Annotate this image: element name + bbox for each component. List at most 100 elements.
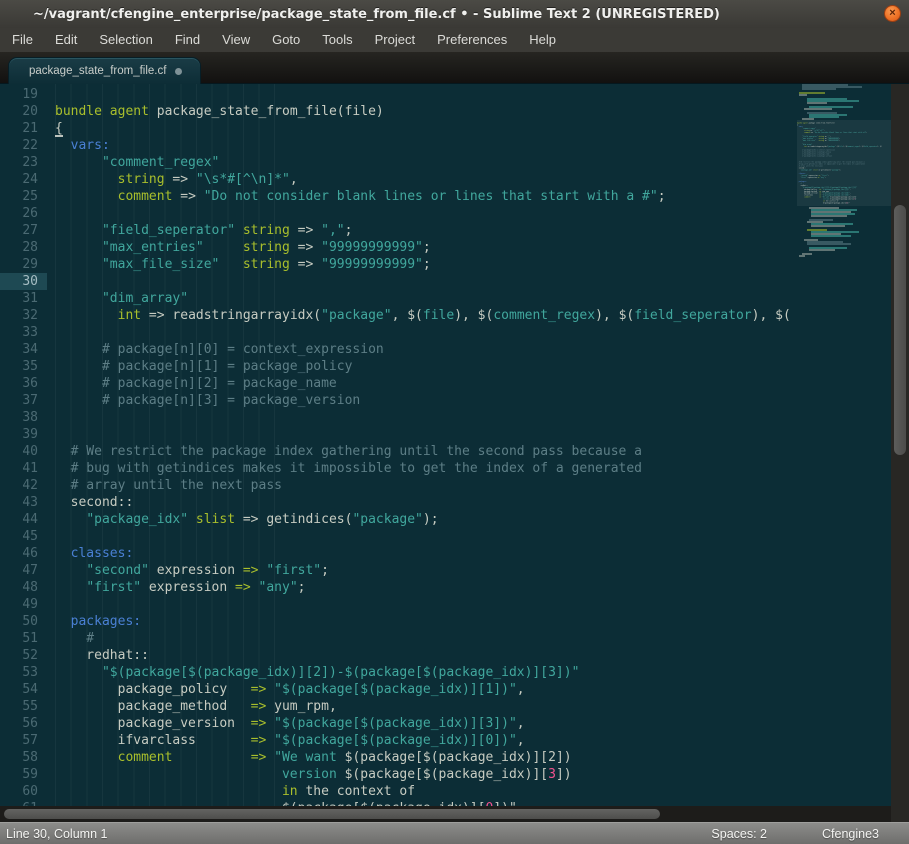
cursor-position: Line 30, Column 1 — [6, 827, 107, 841]
close-icon: × — [889, 8, 895, 19]
code-line: # bug with getindices makes it impossibl… — [55, 460, 797, 477]
line-number[interactable]: 49 — [0, 596, 47, 613]
tab-bar: package_state_from_file.cf — [0, 52, 909, 84]
menu-item-file[interactable]: File — [1, 28, 44, 52]
code-line: # package[n][3] = package_version — [55, 392, 797, 409]
code-line: ifvarclass => "$(package[$(package_idx)]… — [55, 732, 797, 749]
line-number[interactable]: 32 — [0, 307, 47, 324]
line-number[interactable]: 25 — [0, 188, 47, 205]
line-number[interactable]: 42 — [0, 477, 47, 494]
code-area[interactable]: bundle agent package_state_from_file(fil… — [55, 86, 797, 817]
modified-dot-icon — [175, 68, 182, 75]
line-number[interactable]: 43 — [0, 494, 47, 511]
code-line: # array until the next pass — [55, 477, 797, 494]
code-line — [55, 409, 797, 426]
minimap-above-content — [797, 84, 891, 120]
syntax-mode[interactable]: Cfengine3 — [822, 827, 879, 841]
status-bar: Line 30, Column 1 Spaces: 2 Cfengine3 — [0, 822, 909, 844]
code-line: classes: — [55, 545, 797, 562]
line-number[interactable]: 59 — [0, 766, 47, 783]
code-line: "$(package[$(package_idx)][2])-$(package… — [55, 664, 797, 681]
line-number[interactable]: 54 — [0, 681, 47, 698]
code-line: "comment_regex" — [55, 154, 797, 171]
menu-item-tools[interactable]: Tools — [311, 28, 363, 52]
menu-item-find[interactable]: Find — [164, 28, 211, 52]
menu-item-help[interactable]: Help — [518, 28, 567, 52]
line-number[interactable]: 41 — [0, 460, 47, 477]
vertical-scrollbar-thumb[interactable] — [894, 205, 906, 455]
line-number[interactable]: 60 — [0, 783, 47, 800]
line-number[interactable]: 39 — [0, 426, 47, 443]
line-number[interactable]: 52 — [0, 647, 47, 664]
line-number[interactable]: 53 — [0, 664, 47, 681]
line-number[interactable]: 36 — [0, 375, 47, 392]
menu-item-edit[interactable]: Edit — [44, 28, 88, 52]
line-number[interactable]: 21 — [0, 120, 47, 137]
code-line: # package[n][2] = package_name — [55, 375, 797, 392]
line-number[interactable]: 33 — [0, 324, 47, 341]
line-number[interactable]: 55 — [0, 698, 47, 715]
line-number[interactable]: 27 — [0, 222, 47, 239]
bracket-match-underline — [55, 135, 63, 137]
line-number[interactable]: 45 — [0, 528, 47, 545]
minimap-below-content — [797, 205, 891, 259]
vertical-scrollbar[interactable] — [891, 84, 909, 822]
line-number[interactable]: 30 — [0, 273, 47, 290]
code-line: "field_seperator" string => ","; — [55, 222, 797, 239]
line-number[interactable]: 38 — [0, 409, 47, 426]
line-number[interactable]: 22 — [0, 137, 47, 154]
line-number[interactable]: 46 — [0, 545, 47, 562]
title-bar[interactable]: ~/vagrant/cfengine_enterprise/package_st… — [0, 0, 909, 28]
code-line: package_method => yum_rpm, — [55, 698, 797, 715]
line-number[interactable]: 23 — [0, 154, 47, 171]
horizontal-scrollbar[interactable] — [0, 806, 891, 822]
line-number[interactable]: 37 — [0, 392, 47, 409]
code-line: # We restrict the package index gatherin… — [55, 443, 797, 460]
line-number[interactable]: 20 — [0, 103, 47, 120]
code-line: "max_file_size" string => "99999999999"; — [55, 256, 797, 273]
line-number[interactable]: 28 — [0, 239, 47, 256]
editor[interactable]: 1920212223242526272829303132333435363738… — [0, 84, 909, 822]
horizontal-scrollbar-thumb[interactable] — [4, 809, 660, 819]
line-number[interactable]: 58 — [0, 749, 47, 766]
code-line: comment => "Do not consider blank lines … — [55, 188, 797, 205]
code-line: { — [55, 120, 797, 137]
line-number[interactable]: 48 — [0, 579, 47, 596]
line-number[interactable]: 26 — [0, 205, 47, 222]
line-number[interactable]: 24 — [0, 171, 47, 188]
code-line: # package[n][1] = package_policy — [55, 358, 797, 375]
line-number[interactable]: 51 — [0, 630, 47, 647]
line-number[interactable]: 40 — [0, 443, 47, 460]
line-number[interactable]: 50 — [0, 613, 47, 630]
code-line: "first" expression => "any"; — [55, 579, 797, 596]
menu-item-selection[interactable]: Selection — [88, 28, 163, 52]
line-number[interactable]: 47 — [0, 562, 47, 579]
tab-package-state-from-file[interactable]: package_state_from_file.cf — [8, 57, 201, 84]
minimap-viewport[interactable] — [797, 120, 891, 206]
line-number[interactable]: 57 — [0, 732, 47, 749]
sublime-window: ~/vagrant/cfengine_enterprise/package_st… — [0, 0, 909, 844]
code-line: in the context of — [55, 783, 797, 800]
menu-item-project[interactable]: Project — [364, 28, 426, 52]
minimap[interactable]: bundle agent package_state_from_file(fil… — [797, 84, 891, 822]
line-number-gutter[interactable]: 1920212223242526272829303132333435363738… — [0, 86, 47, 817]
menu-item-view[interactable]: View — [211, 28, 261, 52]
indent-setting[interactable]: Spaces: 2 — [711, 827, 767, 841]
line-number[interactable]: 56 — [0, 715, 47, 732]
line-number[interactable]: 31 — [0, 290, 47, 307]
code-line: # package[n][0] = context_expression — [55, 341, 797, 358]
line-number[interactable]: 44 — [0, 511, 47, 528]
code-line: package_version => "$(package[$(package_… — [55, 715, 797, 732]
window-title: ~/vagrant/cfengine_enterprise/package_st… — [33, 7, 720, 22]
line-number[interactable]: 35 — [0, 358, 47, 375]
close-button[interactable]: × — [884, 5, 901, 22]
menu-item-goto[interactable]: Goto — [261, 28, 311, 52]
code-line: string => "\s*#[^\n]*", — [55, 171, 797, 188]
menu-item-preferences[interactable]: Preferences — [426, 28, 518, 52]
code-line: version $(package[$(package_idx)][3]) — [55, 766, 797, 783]
line-number[interactable]: 29 — [0, 256, 47, 273]
code-line: package_policy => "$(package[$(package_i… — [55, 681, 797, 698]
code-line — [55, 205, 797, 222]
line-number[interactable]: 19 — [0, 86, 47, 103]
line-number[interactable]: 34 — [0, 341, 47, 358]
